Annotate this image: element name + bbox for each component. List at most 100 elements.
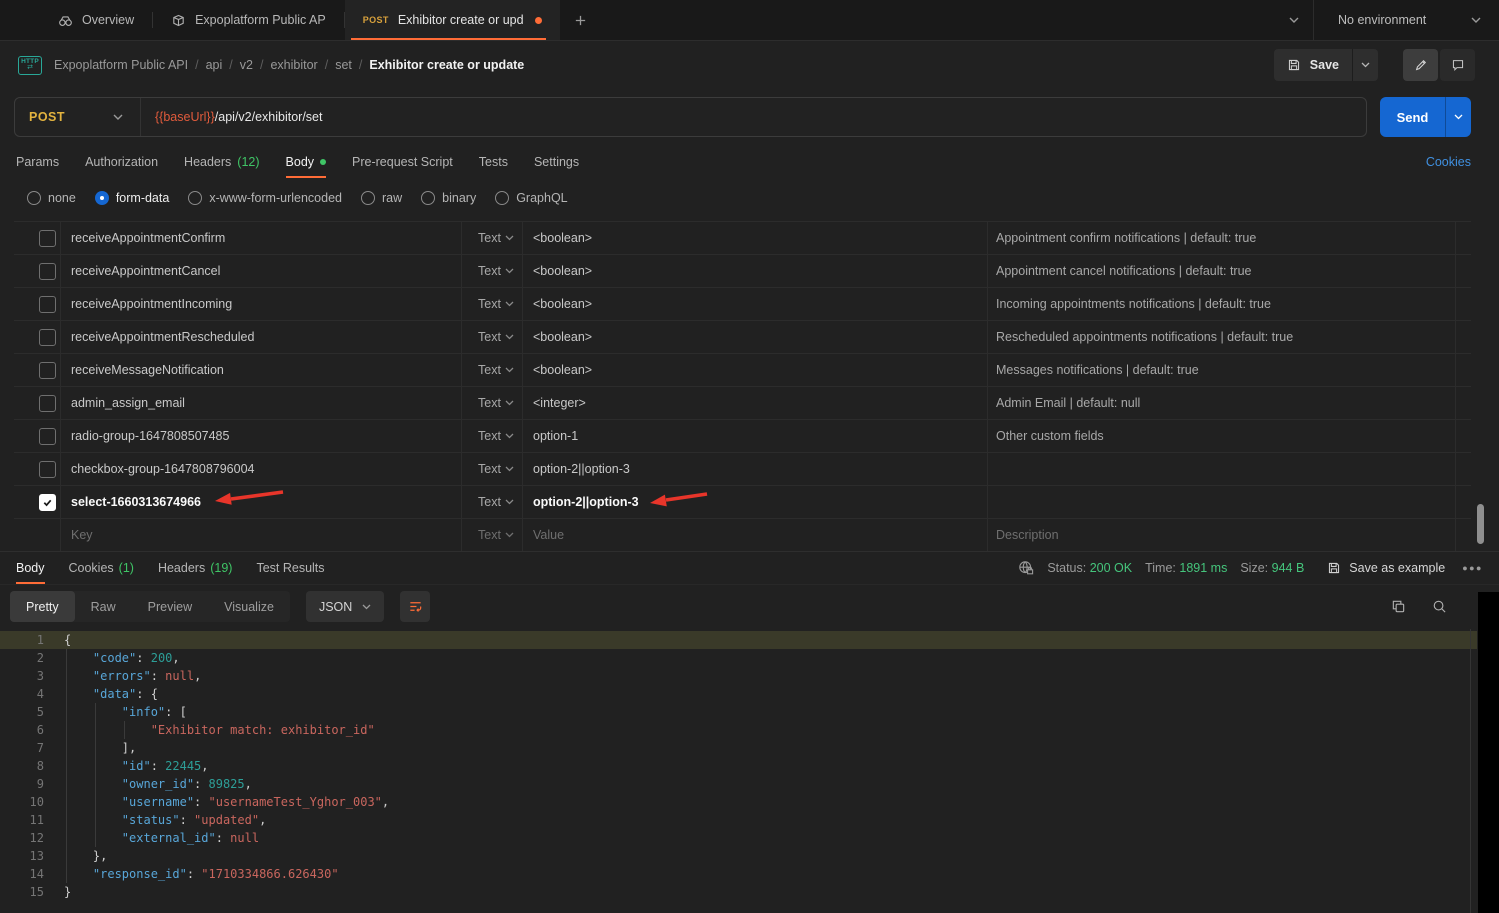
body-mode-raw[interactable]: raw bbox=[361, 191, 402, 205]
row-checkbox[interactable] bbox=[39, 494, 56, 511]
vertical-scrollbar[interactable] bbox=[1477, 504, 1484, 544]
tab-headers[interactable]: Headers(12) bbox=[184, 146, 259, 178]
tab-body[interactable]: Body bbox=[286, 146, 327, 178]
row-description-input[interactable]: Rescheduled appointments notifications |… bbox=[996, 330, 1293, 344]
tab-collection[interactable]: Expoplatform Public AP bbox=[153, 0, 344, 40]
breadcrumb-segment[interactable]: exhibitor bbox=[270, 58, 317, 72]
search-icon[interactable] bbox=[1432, 599, 1447, 614]
breadcrumb-segment[interactable]: set bbox=[335, 58, 352, 72]
row-key-input[interactable]: select-1660313674966 bbox=[71, 495, 201, 509]
row-type-select[interactable]: Text bbox=[462, 387, 523, 419]
tab-actions-chevron[interactable] bbox=[1275, 0, 1313, 40]
row-value-input[interactable]: <boolean> bbox=[533, 231, 592, 245]
breadcrumb-segment[interactable]: v2 bbox=[240, 58, 253, 72]
row-value-input[interactable]: option-1 bbox=[533, 429, 578, 443]
row-description-input[interactable]: Description bbox=[996, 528, 1059, 542]
row-type-select[interactable]: Text bbox=[462, 420, 523, 452]
breadcrumb-segment[interactable]: api bbox=[206, 58, 223, 72]
response-tab-cookies[interactable]: Cookies(1) bbox=[69, 552, 134, 584]
row-type-select[interactable]: Text bbox=[462, 321, 523, 353]
row-value-input[interactable]: <boolean> bbox=[533, 363, 592, 377]
method-selector[interactable]: POST bbox=[15, 98, 141, 136]
row-description-input[interactable]: Other custom fields bbox=[996, 429, 1104, 443]
edit-description-button[interactable] bbox=[1403, 49, 1438, 81]
body-mode-graphql[interactable]: GraphQL bbox=[495, 191, 567, 205]
tab-settings[interactable]: Settings bbox=[534, 146, 579, 178]
row-type-select[interactable]: Text bbox=[462, 354, 523, 386]
row-key-input[interactable]: Key bbox=[71, 528, 93, 542]
row-type-select[interactable]: Text bbox=[462, 519, 523, 551]
row-value-input[interactable]: <boolean> bbox=[533, 297, 592, 311]
comments-button[interactable] bbox=[1440, 49, 1475, 81]
more-options-icon[interactable]: ●●● bbox=[1462, 563, 1483, 573]
row-description-input[interactable]: Admin Email | default: null bbox=[996, 396, 1140, 410]
status-value[interactable]: 200 OK bbox=[1090, 561, 1132, 575]
body-mode-form-data[interactable]: form-data bbox=[95, 191, 170, 205]
save-as-example-button[interactable]: Save as example bbox=[1327, 561, 1445, 575]
row-value-input[interactable]: option-2||option-3 bbox=[533, 495, 639, 509]
body-mode-x-www-form-urlencoded[interactable]: x-www-form-urlencoded bbox=[188, 191, 342, 205]
body-mode-none[interactable]: none bbox=[27, 191, 76, 205]
radio-button[interactable] bbox=[95, 191, 109, 205]
row-key-input[interactable]: admin_assign_email bbox=[71, 396, 185, 410]
row-key-input[interactable]: receiveMessageNotification bbox=[71, 363, 224, 377]
cookies-link[interactable]: Cookies bbox=[1426, 155, 1471, 169]
view-tab-raw[interactable]: Raw bbox=[75, 591, 132, 622]
row-value-input[interactable]: Value bbox=[533, 528, 564, 542]
breadcrumb-segment[interactable]: Expoplatform Public API bbox=[54, 58, 188, 72]
response-tab-test-results[interactable]: Test Results bbox=[256, 552, 324, 584]
radio-button[interactable] bbox=[495, 191, 509, 205]
row-checkbox[interactable] bbox=[39, 428, 56, 445]
send-options-chevron[interactable] bbox=[1445, 97, 1471, 137]
row-type-select[interactable]: Text bbox=[462, 486, 523, 518]
tab-params[interactable]: Params bbox=[16, 146, 59, 178]
send-button[interactable]: Send bbox=[1380, 97, 1445, 137]
save-button[interactable]: Save bbox=[1274, 49, 1352, 81]
row-checkbox[interactable] bbox=[39, 230, 56, 247]
size-value[interactable]: 944 B bbox=[1272, 561, 1305, 575]
copy-icon[interactable] bbox=[1391, 599, 1406, 614]
tab-overview[interactable]: Overview bbox=[40, 0, 152, 40]
url-input[interactable]: {{baseUrl}}/api/v2/exhibitor/set bbox=[155, 110, 322, 124]
row-checkbox[interactable] bbox=[39, 296, 56, 313]
row-checkbox[interactable] bbox=[39, 461, 56, 478]
row-checkbox[interactable] bbox=[39, 362, 56, 379]
row-type-select[interactable]: Text bbox=[462, 453, 523, 485]
row-checkbox[interactable] bbox=[39, 329, 56, 346]
environment-selector[interactable]: No environment bbox=[1313, 0, 1499, 40]
row-value-input[interactable]: option-2||option-3 bbox=[533, 462, 630, 476]
response-tab-body[interactable]: Body bbox=[16, 552, 45, 584]
row-type-select[interactable]: Text bbox=[462, 288, 523, 320]
row-key-input[interactable]: receiveAppointmentConfirm bbox=[71, 231, 225, 245]
row-type-select[interactable]: Text bbox=[462, 255, 523, 287]
row-key-input[interactable]: receiveAppointmentIncoming bbox=[71, 297, 232, 311]
view-tab-pretty[interactable]: Pretty bbox=[10, 591, 75, 622]
row-description-input[interactable]: Incoming appointments notifications | de… bbox=[996, 297, 1271, 311]
new-tab-button[interactable] bbox=[560, 0, 601, 40]
response-body-code[interactable]: 1{2 "code": 200,3 "errors": null,4 "data… bbox=[0, 629, 1477, 913]
row-description-input[interactable]: Messages notifications | default: true bbox=[996, 363, 1199, 377]
row-key-input[interactable]: radio-group-1647808507485 bbox=[71, 429, 229, 443]
tab-tests[interactable]: Tests bbox=[479, 146, 508, 178]
body-mode-binary[interactable]: binary bbox=[421, 191, 476, 205]
radio-button[interactable] bbox=[361, 191, 375, 205]
radio-button[interactable] bbox=[421, 191, 435, 205]
response-tab-headers[interactable]: Headers(19) bbox=[158, 552, 232, 584]
row-value-input[interactable]: <integer> bbox=[533, 396, 586, 410]
row-description-input[interactable]: Appointment cancel notifications | defau… bbox=[996, 264, 1251, 278]
wrap-lines-button[interactable] bbox=[400, 591, 430, 622]
row-value-input[interactable]: <boolean> bbox=[533, 264, 592, 278]
time-value[interactable]: 1891 ms bbox=[1179, 561, 1227, 575]
tab-pre-request-script[interactable]: Pre-request Script bbox=[352, 146, 453, 178]
radio-button[interactable] bbox=[27, 191, 41, 205]
row-type-select[interactable]: Text bbox=[462, 222, 523, 254]
row-value-input[interactable]: <boolean> bbox=[533, 330, 592, 344]
row-checkbox[interactable] bbox=[39, 395, 56, 412]
tab-request-active[interactable]: POST Exhibitor create or upd bbox=[345, 0, 560, 40]
view-tab-visualize[interactable]: Visualize bbox=[208, 591, 290, 622]
format-selector[interactable]: JSON bbox=[306, 591, 384, 622]
row-key-input[interactable]: receiveAppointmentRescheduled bbox=[71, 330, 254, 344]
view-tab-preview[interactable]: Preview bbox=[132, 591, 208, 622]
row-checkbox[interactable] bbox=[39, 263, 56, 280]
tab-authorization[interactable]: Authorization bbox=[85, 146, 158, 178]
